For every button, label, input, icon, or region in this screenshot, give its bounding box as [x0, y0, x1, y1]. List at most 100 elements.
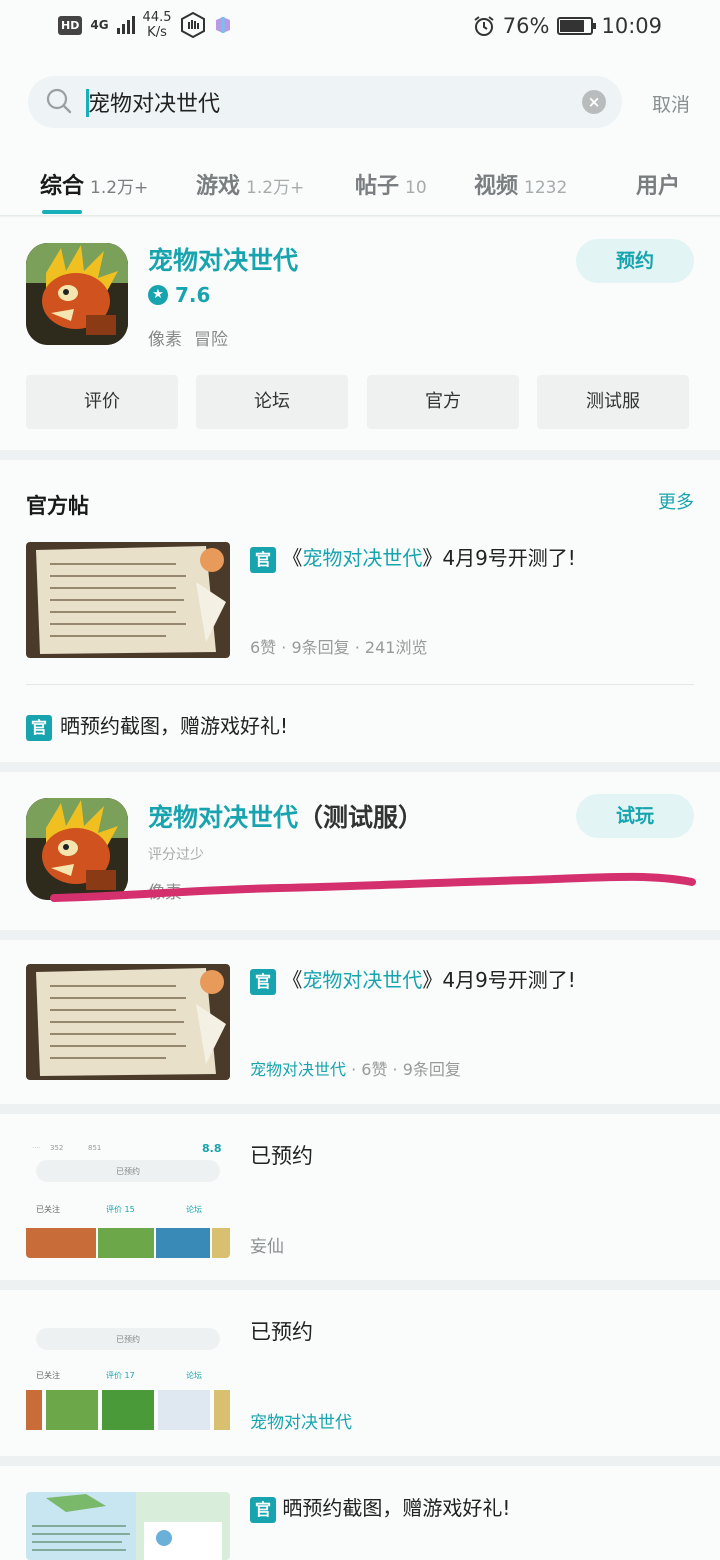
tab-indicator	[42, 210, 82, 214]
tag-pixel: 像素	[148, 330, 182, 350]
battery-icon	[557, 17, 597, 35]
post-title[interactable]: 已预约	[250, 1316, 313, 1346]
tag-adventure: 冒险	[194, 330, 228, 350]
title-prefix: 《	[282, 968, 303, 992]
game-card[interactable]: 宠物对决世代 ★ 7.6 像素 冒险 预约 评价 论坛 官方 测试服	[0, 217, 720, 450]
notice-post[interactable]: 官晒预约截图，赠游戏好礼!	[26, 710, 288, 741]
thumb-forum: 论坛	[186, 1370, 202, 1380]
game-title[interactable]: 宠物对决世代（测试服）	[148, 798, 423, 834]
reserve-button[interactable]: 预约	[576, 239, 694, 283]
likes-count: 6赞	[361, 1060, 388, 1079]
post-card[interactable]: 官 晒预约截图，赠游戏好礼!	[0, 1466, 720, 1560]
title-game: 宠物对决世代	[148, 803, 299, 832]
tab-count: 1232	[524, 178, 568, 198]
replies-count: 9条回复	[291, 638, 350, 657]
post-thumbnail[interactable]	[26, 542, 230, 658]
signal-icon	[116, 16, 135, 34]
post-title[interactable]: 官 《宠物对决世代》4月9号开测了!	[250, 542, 576, 573]
post-title[interactable]: 官 晒预约截图，赠游戏好礼!	[250, 1492, 510, 1523]
replies-count: 9条回复	[402, 1060, 461, 1079]
thumb-follow: 已关注	[36, 1204, 60, 1214]
thumb-score: 8.8	[202, 1142, 222, 1155]
tab-label: 综合	[40, 174, 85, 199]
post-stats: 宠物对决世代 · 6赞 · 9条回复	[250, 1060, 461, 1079]
views-count: 241浏览	[364, 638, 428, 657]
game-link[interactable]: 宠物对决世代	[250, 1408, 352, 1433]
post-thumbnail[interactable]: 已预约 已关注 评价 17 论坛	[26, 1314, 230, 1434]
tab-users[interactable]: 用户	[636, 168, 680, 200]
game-title[interactable]: 宠物对决世代	[148, 241, 298, 277]
post-title[interactable]: 官 《宠物对决世代》4月9号开测了!	[250, 964, 576, 995]
network-speed: 44.5 K/s	[143, 10, 172, 40]
title-game: 宠物对决世代	[302, 546, 423, 570]
app-notification-icon	[215, 17, 230, 33]
rating-value: 7.6	[175, 283, 211, 307]
official-badge: 官	[250, 968, 276, 995]
thumb-review: 评价 15	[106, 1205, 135, 1214]
game-icon[interactable]	[26, 798, 128, 900]
thumb-forum: 论坛	[186, 1204, 202, 1214]
tab-videos[interactable]: 视频 1232	[474, 168, 567, 200]
score-note: 评分过少	[148, 847, 204, 863]
thumb-review: 评价 17	[106, 1371, 135, 1380]
more-link[interactable]: 更多	[658, 488, 694, 514]
official-posts-section: 官方帖 更多 官 《宠物对决世代》4月9号开测了! 6赞 · 9条回复 · 24…	[0, 460, 720, 762]
game-icon[interactable]	[26, 243, 128, 345]
status-right: 76% 10:09	[473, 14, 662, 38]
divider	[26, 684, 694, 685]
speed-value: 44.5	[142, 10, 172, 25]
tab-count: 1.2万+	[90, 178, 149, 198]
star-icon: ★	[148, 285, 168, 305]
thumb-follow: 已关注	[36, 1370, 60, 1380]
tab-count: 10	[405, 178, 427, 198]
tab-games[interactable]: 游戏 1.2万+	[196, 168, 304, 200]
tab-comprehensive[interactable]: 综合 1.2万+	[40, 168, 148, 200]
test-server-link[interactable]: 测试服	[537, 375, 689, 429]
post-title[interactable]: 已预约	[250, 1140, 313, 1170]
post-thumbnail[interactable]: ···· 352 851 8.8 已预约 已关注 评价 15 论坛	[26, 1138, 230, 1258]
post-stats: 6赞 · 9条回复 · 241浏览	[250, 638, 428, 657]
result-tabs: 综合 1.2万+ 游戏 1.2万+ 帖子 10 视频 1232 用户	[0, 150, 720, 216]
thumb-status: 已预约	[116, 1334, 140, 1344]
search-icon	[46, 88, 72, 114]
search-input[interactable]	[88, 84, 568, 120]
status-bar: HD 4G 44.5 K/s 76% 10:09	[0, 0, 720, 56]
post-thumbnail[interactable]	[26, 964, 230, 1080]
alarm-icon	[474, 16, 494, 36]
post-title-text: 晒预约截图，赠游戏好礼!	[282, 1496, 511, 1520]
clock: 10:09	[601, 14, 662, 38]
likes-count: 6赞	[250, 638, 277, 657]
search-bar: × 取消	[0, 56, 720, 150]
post-card[interactable]: 官 《宠物对决世代》4月9号开测了! 宠物对决世代 · 6赞 · 9条回复	[0, 940, 720, 1104]
game-link[interactable]: 宠物对决世代	[250, 1060, 346, 1079]
reviews-link[interactable]: 评价	[26, 375, 178, 429]
search-box[interactable]: ×	[28, 76, 622, 128]
post-author[interactable]: 妄仙	[250, 1232, 284, 1257]
tab-label: 帖子	[355, 174, 400, 199]
forum-link[interactable]: 论坛	[196, 375, 348, 429]
tab-posts[interactable]: 帖子 10	[355, 168, 427, 200]
game-tags: 像素	[148, 878, 194, 903]
tab-label: 游戏	[196, 174, 241, 199]
try-play-button[interactable]: 试玩	[576, 794, 694, 838]
svg-text:····: ····	[32, 1144, 41, 1152]
post-thumbnail[interactable]	[26, 1492, 230, 1560]
game-rating: ★ 7.6	[148, 283, 210, 307]
title-suffix: 》4月9号开测了!	[422, 546, 576, 570]
cancel-button[interactable]: 取消	[652, 90, 690, 117]
title-suffix: 》4月9号开测了!	[422, 968, 576, 992]
post-card[interactable]: ···· 352 851 8.8 已预约 已关注 评价 15 论坛 已预约 妄仙	[0, 1114, 720, 1280]
thumb-stat-1: 352	[50, 1144, 63, 1152]
test-server-card[interactable]: 宠物对决世代（测试服） 评分过少 像素 试玩	[0, 772, 720, 930]
thumb-stat-2: 851	[88, 1144, 101, 1152]
official-link[interactable]: 官方	[367, 375, 519, 429]
clear-icon[interactable]: ×	[582, 90, 606, 114]
tab-count: 1.2万+	[246, 178, 305, 198]
hand-icon	[180, 12, 205, 38]
post-card[interactable]: 已预约 已关注 评价 17 论坛 已预约 宠物对决世代	[0, 1290, 720, 1456]
title-prefix: 《	[282, 546, 303, 570]
section-title: 官方帖	[26, 494, 89, 518]
hd-badge: HD	[58, 15, 83, 35]
tab-label: 用户	[636, 174, 681, 199]
official-badge: 官	[26, 714, 52, 741]
